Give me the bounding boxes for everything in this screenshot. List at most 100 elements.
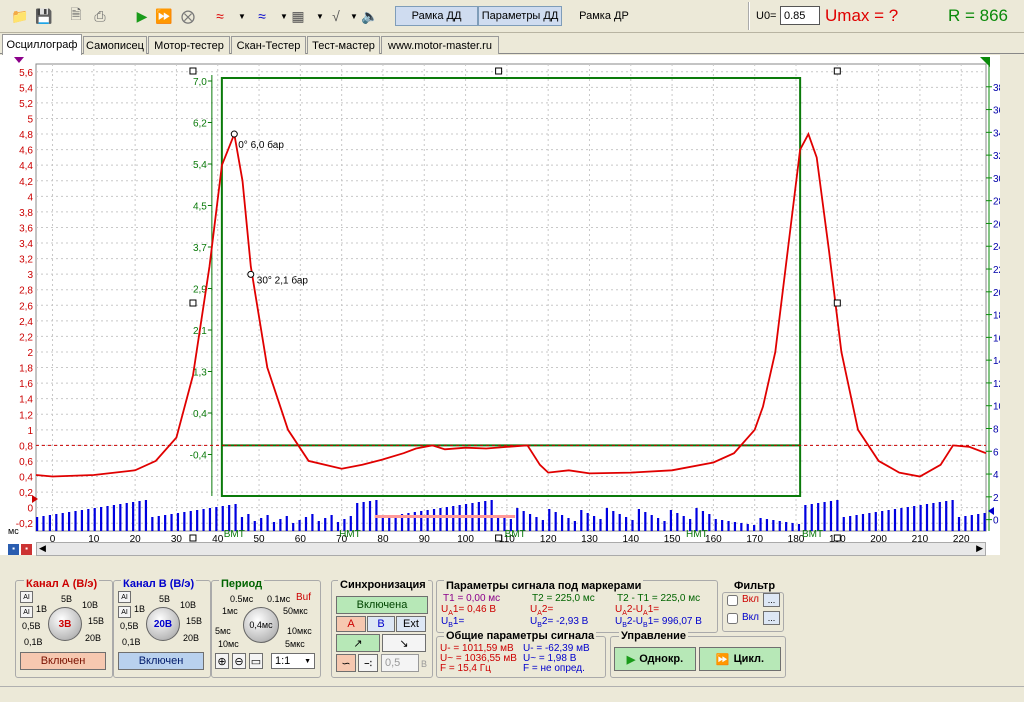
channel-b-pulse bbox=[221, 506, 224, 531]
scroll-left-icon[interactable]: ◀ bbox=[39, 543, 46, 554]
channel-b-pulse bbox=[266, 515, 269, 531]
tab-scan-tester[interactable]: Скан-Тестер bbox=[231, 36, 306, 54]
channel-b-pulse bbox=[311, 514, 314, 531]
channel-b-pulse bbox=[592, 516, 596, 531]
calculator-icon[interactable]: ▦ bbox=[288, 6, 308, 26]
print-preview-icon[interactable]: 🗎 bbox=[66, 6, 86, 26]
tab-test-master[interactable]: Тест-мастер bbox=[307, 36, 380, 54]
channel-a-range-knob[interactable]: 3В bbox=[48, 607, 82, 641]
channel-b-pulse bbox=[721, 520, 724, 531]
range-label: 5В bbox=[61, 594, 73, 604]
cycle-run-button[interactable]: ⏩ Цикл. bbox=[699, 647, 781, 671]
channel-b-pulse bbox=[202, 509, 205, 531]
channel-b-pulse bbox=[388, 516, 391, 531]
sync-level-input[interactable] bbox=[381, 654, 419, 672]
ratio-select[interactable]: 1:1 ▼ bbox=[271, 653, 315, 669]
trigger-mode-2-icon[interactable]: ∹ bbox=[358, 654, 378, 672]
cycle-run-label: Цикл. bbox=[733, 653, 765, 665]
filter-a-checkbox[interactable] bbox=[727, 595, 738, 606]
left-tick-label: 3 bbox=[27, 270, 33, 281]
left-tick-label: 5,6 bbox=[19, 68, 33, 79]
tdc-label: ВМТ bbox=[224, 529, 245, 540]
marker-t2: T2 = 225,0 мс bbox=[532, 593, 595, 604]
marker-dub: UB2-UB1= 996,07 В bbox=[615, 616, 702, 629]
trigger-mode-icon[interactable]: ∽ bbox=[336, 654, 356, 672]
marker-dub-label: 2-U bbox=[626, 616, 644, 627]
filter-b-settings-button[interactable]: ... bbox=[763, 611, 780, 625]
channel-b-pulse bbox=[772, 520, 775, 531]
tdc-label: НМТ bbox=[339, 529, 361, 540]
channel-b-pulse bbox=[951, 500, 954, 531]
frame-handle bbox=[833, 299, 841, 307]
period-label: 10мс bbox=[218, 639, 239, 649]
channel-b-pulse bbox=[548, 509, 551, 531]
auto-range-icon[interactable]: AI bbox=[20, 606, 33, 618]
sync-channel-a-button[interactable]: A bbox=[336, 616, 366, 632]
single-run-button[interactable]: ▶ Однокр. bbox=[614, 647, 696, 671]
zoom-out-icon[interactable]: ⊖ bbox=[232, 653, 246, 669]
period-label: 50мкс bbox=[283, 606, 308, 616]
u0-input[interactable] bbox=[780, 6, 820, 25]
left-tick-label: -0,2 bbox=[16, 519, 34, 530]
marker-t1: T1 = 0,00 мс bbox=[443, 593, 501, 604]
oscilloscope-plot[interactable]: 0 10 20 30 40 50 60 70 80 90 100 110 120 130 140 150 160… bbox=[0, 55, 1000, 555]
auto-icon[interactable]: AI bbox=[20, 591, 33, 603]
tab-website[interactable]: www.motor-master.ru bbox=[381, 36, 499, 54]
left-tick-label: 3,4 bbox=[19, 239, 33, 250]
oscilloscope-chart[interactable]: 0 10 20 30 40 50 60 70 80 90 100 110 120 130 140 150 160… bbox=[0, 55, 1000, 555]
play-icon[interactable]: ▶ bbox=[132, 6, 152, 26]
print-icon[interactable]: ⎙ bbox=[90, 6, 110, 26]
auto-icon[interactable]: AI bbox=[118, 591, 131, 603]
channel-b-pulse bbox=[522, 511, 525, 531]
zoom-small-button[interactable]: ▪ bbox=[8, 544, 19, 555]
falling-edge-icon[interactable]: ↘ bbox=[382, 634, 426, 652]
channel-b-pulse bbox=[970, 515, 973, 531]
tab-bar: Осциллограф Самописец Мотор-тестер Скан-… bbox=[0, 34, 1024, 55]
left-tick-label: 1,4 bbox=[19, 395, 33, 406]
channel-b-pulse bbox=[144, 500, 148, 531]
tab-recorder[interactable]: Самописец bbox=[83, 36, 147, 54]
play-cycle-icon[interactable]: ⏩ bbox=[154, 6, 174, 26]
dropdown-arrow-icon[interactable]: ▼ bbox=[232, 6, 252, 26]
channel-b-pulse bbox=[599, 519, 602, 531]
save-icon[interactable]: 💾 bbox=[34, 6, 54, 26]
channel-b-wave-icon[interactable]: ≈ bbox=[252, 6, 272, 26]
zoom-in-icon[interactable]: ⊕ bbox=[215, 653, 229, 669]
channel-b-pulse bbox=[785, 522, 788, 531]
frame-dr-button[interactable]: Рамка ДР bbox=[569, 6, 639, 26]
toolbar-separator bbox=[748, 2, 750, 30]
pressure-tick-label: 3,7 bbox=[193, 243, 207, 254]
sync-channel-b-button[interactable]: B bbox=[367, 616, 395, 632]
period-knob[interactable]: 0,4мс bbox=[243, 607, 279, 643]
formula-icon[interactable]: √ bbox=[326, 6, 346, 26]
sound-icon[interactable]: 🔈 bbox=[360, 6, 380, 26]
toolbar: 📁 💾 🗎 ⎙ ▶ ⏩ ⨂ ≈ ▼ ≈ ▼ ▦ ▼ √ ▼ 🔈 Рамка ДД… bbox=[0, 0, 1024, 33]
filter-b-checkbox[interactable] bbox=[727, 613, 738, 624]
tab-motor-tester[interactable]: Мотор-тестер bbox=[148, 36, 230, 54]
channel-a-toggle-button[interactable]: Включен bbox=[20, 652, 106, 670]
channel-b-toggle-button[interactable]: Включен bbox=[118, 652, 204, 670]
sync-ext-button[interactable]: Ext bbox=[396, 616, 426, 632]
tab-oscilloscope[interactable]: Осциллограф bbox=[2, 34, 82, 55]
frame-dd-button[interactable]: Рамка ДД bbox=[395, 6, 478, 26]
channel-b-pulse bbox=[439, 508, 442, 531]
rising-edge-icon[interactable]: ↗ bbox=[336, 634, 380, 652]
open-folder-icon[interactable]: 📁 bbox=[10, 6, 30, 26]
channel-b-range-knob[interactable]: 20В bbox=[146, 607, 180, 641]
page-icon[interactable]: ▭ bbox=[249, 653, 263, 669]
r-readout: R = 866 bbox=[948, 6, 1009, 25]
range-label: 1В bbox=[134, 604, 146, 614]
channel-b-pulse bbox=[42, 516, 45, 531]
right-tick-label: 20 bbox=[993, 288, 1000, 299]
left-tick-label: 5,2 bbox=[19, 99, 33, 110]
filter-a-settings-button[interactable]: ... bbox=[763, 593, 780, 607]
filter-a-label: Вкл bbox=[742, 594, 759, 605]
channel-a-wave-icon[interactable]: ≈ bbox=[210, 6, 230, 26]
auto-range-icon[interactable]: AI bbox=[118, 606, 131, 618]
zoom-small-button-2[interactable]: ▪ bbox=[21, 544, 32, 555]
params-dd-button[interactable]: Параметры ДД bbox=[478, 6, 562, 26]
scroll-right-icon[interactable]: ▶ bbox=[976, 543, 983, 554]
stop-icon[interactable]: ⨂ bbox=[178, 6, 198, 26]
horizontal-scrollbar[interactable]: ◀ ▶ bbox=[36, 542, 986, 556]
sync-toggle-button[interactable]: Включена bbox=[336, 596, 428, 614]
